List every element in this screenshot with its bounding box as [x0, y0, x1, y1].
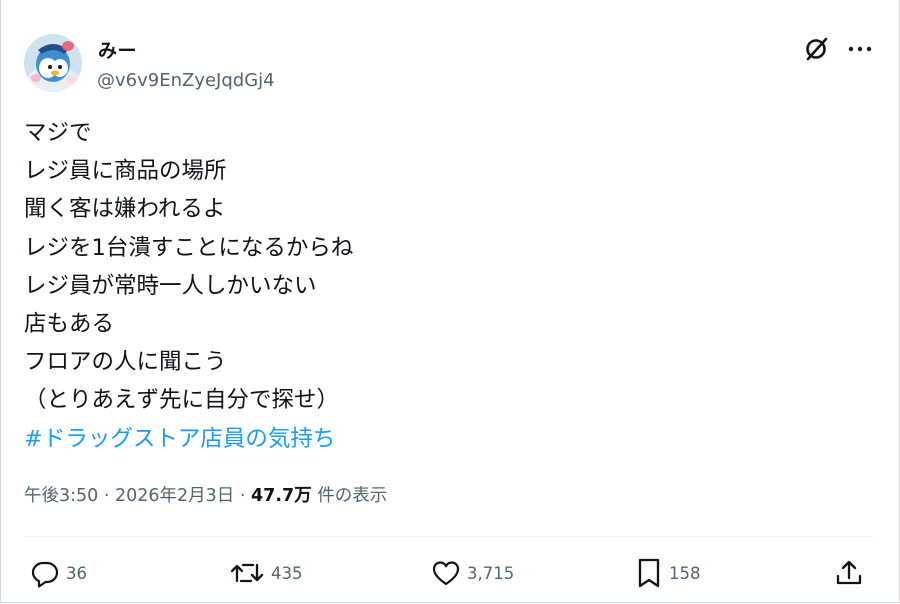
view-count-label: 件の表示 [311, 486, 388, 506]
post-line: レジ員に商品の場所 [24, 158, 227, 185]
reply-button[interactable]: 36 [30, 556, 87, 590]
avatar[interactable] [24, 34, 82, 92]
post-line: マジで [24, 120, 92, 146]
bookmark-count: 158 [669, 563, 701, 583]
user-handle[interactable]: @v6v9EnZyeJqdGj4 [97, 70, 275, 91]
timestamp-link[interactable]: 午後3:50 · 2026年2月3日 [24, 486, 234, 506]
heart-icon [432, 561, 460, 586]
reply-count: 36 [66, 563, 87, 583]
repost-count: 435 [271, 563, 303, 583]
post-line: 店もある [24, 311, 115, 338]
grok-icon-svg [806, 37, 828, 61]
post-meta: 午後3:50 · 2026年2月3日 · 47.7万 件の表示 [24, 482, 387, 507]
penguin-avatar-icon [24, 34, 82, 92]
reply-icon [31, 561, 59, 588]
repost-icon [230, 563, 264, 583]
like-count: 3,715 [467, 563, 515, 583]
ellipsis-icon [848, 46, 872, 52]
post-text: マジで レジ員に商品の場所 聞く客は嫌われるよ レジを1台潰すことになるからね … [24, 114, 864, 458]
post-line: 聞く客は嫌われるよ [24, 196, 226, 223]
bookmark-button[interactable]: 158 [635, 556, 701, 590]
more-icon[interactable] [846, 36, 874, 62]
view-count: 47.7万 [251, 486, 312, 506]
divider [24, 536, 874, 537]
share-icon [836, 560, 862, 585]
post-line: フロアの人に聞こう [24, 349, 227, 376]
bookmark-icon [638, 558, 660, 588]
like-button[interactable]: 3,715 [431, 556, 514, 590]
grok-icon[interactable] [804, 36, 830, 62]
post-line: （とりあえず先に自分で探せ） [24, 387, 340, 414]
post-line: レジを1台潰すことになるからね [24, 234, 354, 261]
hashtag-link[interactable]: #ドラッグストア店員の気持ち [24, 420, 335, 458]
display-name[interactable]: みー [98, 36, 137, 63]
share-button[interactable] [834, 556, 864, 590]
post-line: レジ員が常時一人しかいない [24, 272, 317, 299]
meta-separator: · [234, 486, 251, 506]
repost-button[interactable]: 435 [229, 556, 303, 590]
